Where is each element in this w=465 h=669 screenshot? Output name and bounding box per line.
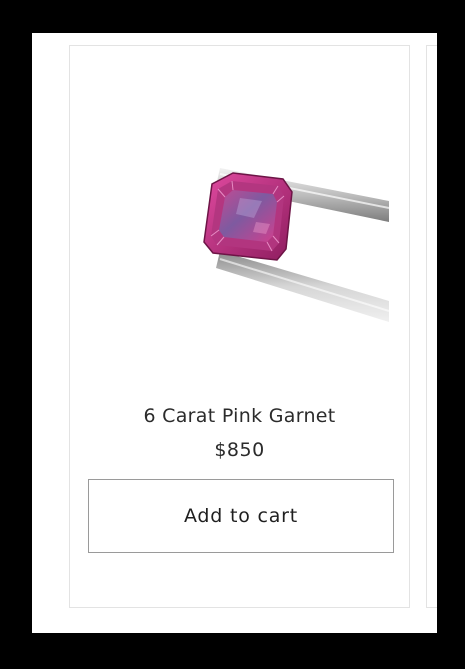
next-product-card-partial[interactable] [426, 45, 437, 608]
garnet-in-tweezers-icon [203, 168, 390, 322]
product-title[interactable]: 6 Carat Pink Garnet [70, 405, 409, 427]
product-price: $850 [214, 439, 265, 461]
product-card[interactable]: 6 Carat Pink Garnet $850 Add to cart [69, 45, 410, 608]
add-to-cart-button[interactable]: Add to cart [88, 479, 394, 553]
product-image[interactable] [70, 46, 409, 386]
product-carousel-viewport: 6 Carat Pink Garnet $850 Add to cart [32, 33, 437, 633]
